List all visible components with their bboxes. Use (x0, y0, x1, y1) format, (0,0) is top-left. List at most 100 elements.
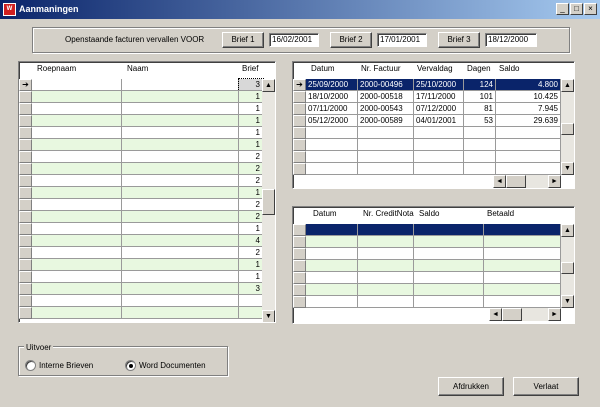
row-selector[interactable] (293, 127, 306, 139)
brief-cell[interactable]: 2 (239, 247, 263, 259)
row-selector[interactable] (293, 296, 306, 308)
roepnaam-cell[interactable] (32, 115, 122, 127)
table-row[interactable]: 2 (19, 199, 263, 211)
table-row[interactable]: 2 (19, 163, 263, 175)
row-selector[interactable]: ➔ (293, 79, 306, 91)
table-row[interactable] (293, 284, 561, 296)
datum-cell[interactable] (306, 127, 358, 139)
table-row[interactable] (19, 307, 263, 319)
row-selector[interactable] (19, 139, 32, 151)
roepnaam-cell[interactable] (32, 175, 122, 187)
scroll-up-arrow-icon[interactable]: ▲ (561, 224, 574, 237)
table-row[interactable] (293, 272, 561, 284)
table-row[interactable] (293, 236, 561, 248)
naam-cell[interactable] (122, 283, 239, 295)
naam-cell[interactable] (122, 103, 239, 115)
table-row[interactable] (293, 151, 561, 163)
naam-cell[interactable] (122, 127, 239, 139)
table-row[interactable]: 1 (19, 259, 263, 271)
row-selector[interactable] (19, 163, 32, 175)
verval-cell[interactable] (414, 151, 464, 163)
row-selector[interactable] (19, 91, 32, 103)
scroll-down-arrow-icon[interactable]: ▼ (561, 295, 574, 308)
nr-creditnota-cell[interactable] (358, 272, 414, 284)
table-row[interactable]: 1 (19, 223, 263, 235)
row-selector[interactable] (19, 283, 32, 295)
brief-cell[interactable]: 1 (239, 115, 263, 127)
row-selector[interactable] (19, 259, 32, 271)
saldo-cell[interactable]: 4.800 (496, 79, 561, 91)
maximize-button[interactable]: □ (570, 3, 583, 15)
row-selector[interactable] (19, 247, 32, 259)
nr-creditnota-cell[interactable] (358, 248, 414, 260)
brief-cell[interactable]: 2 (239, 175, 263, 187)
nr-cell[interactable]: 2000-00543 (358, 103, 414, 115)
row-selector[interactable] (293, 236, 306, 248)
dagen-cell[interactable]: 81 (464, 103, 496, 115)
row-selector[interactable] (19, 103, 32, 115)
row-selector[interactable]: ➔ (19, 79, 32, 91)
nr-creditnota-cell[interactable] (358, 236, 414, 248)
nr-cell[interactable] (358, 127, 414, 139)
nr-cell[interactable]: 2000-00496 (358, 79, 414, 91)
roepnaam-cell[interactable] (32, 283, 122, 295)
datum-cell[interactable] (306, 224, 358, 236)
brief-cell[interactable]: 1 (239, 139, 263, 151)
roepnaam-cell[interactable] (32, 199, 122, 211)
row-selector[interactable] (19, 307, 32, 319)
row-selector[interactable] (19, 115, 32, 127)
row-selector[interactable] (19, 235, 32, 247)
verval-cell[interactable]: 25/10/2000 (414, 79, 464, 91)
brief-cell[interactable]: 1 (239, 187, 263, 199)
saldo-cell[interactable] (414, 296, 484, 308)
invoices-horizontal-scrollbar[interactable]: ◄ ► (493, 175, 561, 188)
roepnaam-cell[interactable] (32, 187, 122, 199)
verval-cell[interactable]: 07/12/2000 (414, 103, 464, 115)
nr-creditnota-cell[interactable] (358, 296, 414, 308)
table-row[interactable] (293, 224, 561, 236)
brief-1-button[interactable]: Brief 1 (222, 32, 264, 48)
customers-grid[interactable]: Roepnaam Naam Brief ➔ 3 1 1 1 1 1 2 2 2 1 2 2 1 4 2 1 1 3 … (18, 61, 276, 323)
saldo-cell[interactable] (496, 127, 561, 139)
row-selector[interactable] (19, 127, 32, 139)
brief-3-button[interactable]: Brief 3 (438, 32, 480, 48)
saldo-cell[interactable] (414, 284, 484, 296)
row-selector[interactable] (19, 199, 32, 211)
nr-cell[interactable]: 2000-00518 (358, 91, 414, 103)
interne-brieven-radio[interactable] (25, 360, 36, 371)
table-row[interactable]: 1 (19, 271, 263, 283)
row-selector[interactable] (293, 260, 306, 272)
saldo-cell[interactable] (414, 272, 484, 284)
table-row[interactable]: 05/12/2000 2000-00589 04/01/2001 53 29.639 (293, 115, 561, 127)
row-selector[interactable] (293, 163, 306, 175)
dagen-cell[interactable]: 101 (464, 91, 496, 103)
naam-cell[interactable] (122, 151, 239, 163)
naam-cell[interactable] (122, 295, 239, 307)
naam-cell[interactable] (122, 115, 239, 127)
naam-cell[interactable] (122, 235, 239, 247)
datum-cell[interactable] (306, 272, 358, 284)
row-selector[interactable] (19, 295, 32, 307)
saldo-cell[interactable] (414, 224, 484, 236)
invoices-vertical-scrollbar[interactable]: ▲ ▼ (561, 79, 574, 175)
brief-cell[interactable]: 1 (239, 223, 263, 235)
roepnaam-cell[interactable] (32, 103, 122, 115)
verval-cell[interactable]: 04/01/2001 (414, 115, 464, 127)
roepnaam-cell[interactable] (32, 127, 122, 139)
row-selector[interactable] (293, 139, 306, 151)
naam-cell[interactable] (122, 199, 239, 211)
brief-cell[interactable]: 4 (239, 235, 263, 247)
brief-3-date-input[interactable]: 18/12/2000 (485, 33, 537, 47)
credits-horizontal-scrollbar[interactable]: ◄ ► (489, 308, 561, 321)
brief-cell[interactable]: 2 (239, 151, 263, 163)
dagen-cell[interactable]: 53 (464, 115, 496, 127)
datum-cell[interactable] (306, 260, 358, 272)
scroll-down-arrow-icon[interactable]: ▼ (561, 162, 574, 175)
roepnaam-cell[interactable] (32, 307, 122, 319)
nr-creditnota-cell[interactable] (358, 284, 414, 296)
table-row[interactable]: 2 (19, 151, 263, 163)
naam-cell[interactable] (122, 91, 239, 103)
close-button[interactable]: × (584, 3, 597, 15)
verval-cell[interactable] (414, 163, 464, 175)
brief-2-button[interactable]: Brief 2 (330, 32, 372, 48)
